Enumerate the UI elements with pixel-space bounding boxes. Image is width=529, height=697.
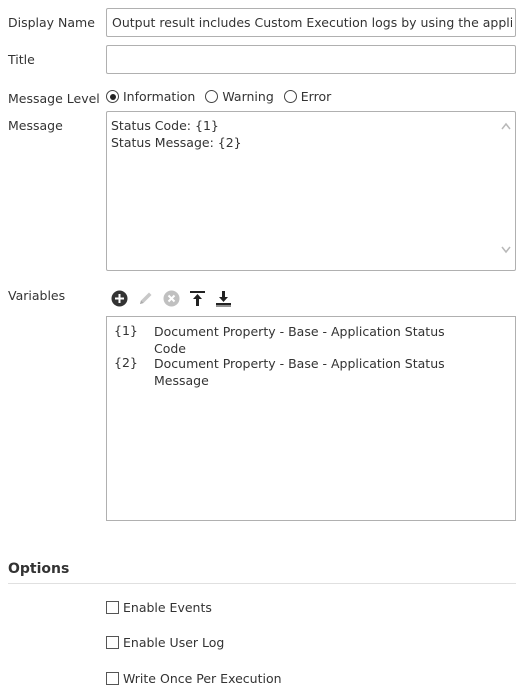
write-once-label: Write Once Per Execution bbox=[123, 671, 282, 686]
display-name-input[interactable]: Output result includes Custom Execution … bbox=[106, 8, 516, 37]
options-divider bbox=[8, 583, 516, 584]
radio-warning[interactable]: Warning bbox=[205, 89, 274, 104]
edit-variable-button[interactable] bbox=[136, 289, 154, 307]
variables-toolbar bbox=[110, 289, 240, 307]
display-name-value: Output result includes Custom Execution … bbox=[112, 15, 512, 30]
remove-variable-button[interactable] bbox=[162, 289, 180, 307]
enable-events-box bbox=[106, 601, 119, 614]
write-once-box bbox=[106, 672, 119, 685]
edit-icon bbox=[139, 292, 151, 304]
message-textarea[interactable]: Status Code: {1} Status Message: {2} bbox=[106, 111, 516, 271]
remove-icon bbox=[163, 290, 179, 306]
variable-description: Document Property - Base - Application S… bbox=[154, 323, 454, 357]
add-variable-button[interactable] bbox=[110, 289, 128, 307]
radio-warning-circle bbox=[205, 90, 219, 103]
message-level-radio-group: Information Warning Error bbox=[106, 89, 341, 104]
message-label: Message bbox=[8, 118, 63, 133]
add-icon bbox=[111, 290, 127, 306]
variable-description: Document Property - Base - Application S… bbox=[154, 355, 454, 389]
variable-description-line: Message bbox=[154, 373, 209, 388]
enable-events-label: Enable Events bbox=[123, 600, 212, 615]
variable-description-line: Document Property - Base - Application S… bbox=[154, 356, 445, 371]
radio-information[interactable]: Information bbox=[106, 89, 195, 104]
variable-row[interactable]: {2} Document Property - Base - Applicati… bbox=[114, 355, 454, 389]
title-input[interactable] bbox=[106, 45, 516, 74]
variable-key: {1} bbox=[114, 323, 138, 338]
enable-events-checkbox[interactable]: Enable Events bbox=[106, 600, 212, 615]
variable-description-line: Document Property - Base - Application S… bbox=[154, 324, 445, 356]
enable-user-log-box bbox=[106, 636, 119, 649]
move-bottom-button[interactable] bbox=[214, 289, 232, 307]
message-level-label: Message Level bbox=[8, 91, 100, 106]
radio-error-circle bbox=[283, 90, 297, 103]
title-label: Title bbox=[8, 52, 35, 67]
move-top-button[interactable] bbox=[188, 289, 206, 307]
variables-list[interactable]: {1} Document Property - Base - Applicati… bbox=[106, 316, 516, 521]
radio-information-circle bbox=[106, 90, 119, 103]
variable-row[interactable]: {1} Document Property - Base - Applicati… bbox=[114, 323, 454, 357]
scroll-down-icon[interactable] bbox=[501, 246, 511, 254]
message-line-1: Status Code: {1} bbox=[111, 118, 219, 133]
variable-key: {2} bbox=[114, 355, 138, 370]
radio-error-label: Error bbox=[300, 89, 332, 104]
radio-information-label: Information bbox=[123, 89, 196, 104]
message-line-2: Status Message: {2} bbox=[111, 135, 242, 150]
scroll-up-icon[interactable] bbox=[501, 122, 511, 130]
move-top-icon bbox=[189, 290, 205, 306]
variables-label: Variables bbox=[8, 288, 66, 303]
options-heading: Options bbox=[8, 561, 70, 577]
radio-warning-label: Warning bbox=[222, 89, 274, 104]
enable-user-log-label: Enable User Log bbox=[123, 635, 225, 650]
write-once-checkbox[interactable]: Write Once Per Execution bbox=[106, 671, 282, 686]
radio-error[interactable]: Error bbox=[283, 89, 332, 104]
display-name-label: Display Name bbox=[8, 15, 95, 30]
move-bottom-icon bbox=[215, 290, 231, 306]
enable-user-log-checkbox[interactable]: Enable User Log bbox=[106, 635, 224, 650]
